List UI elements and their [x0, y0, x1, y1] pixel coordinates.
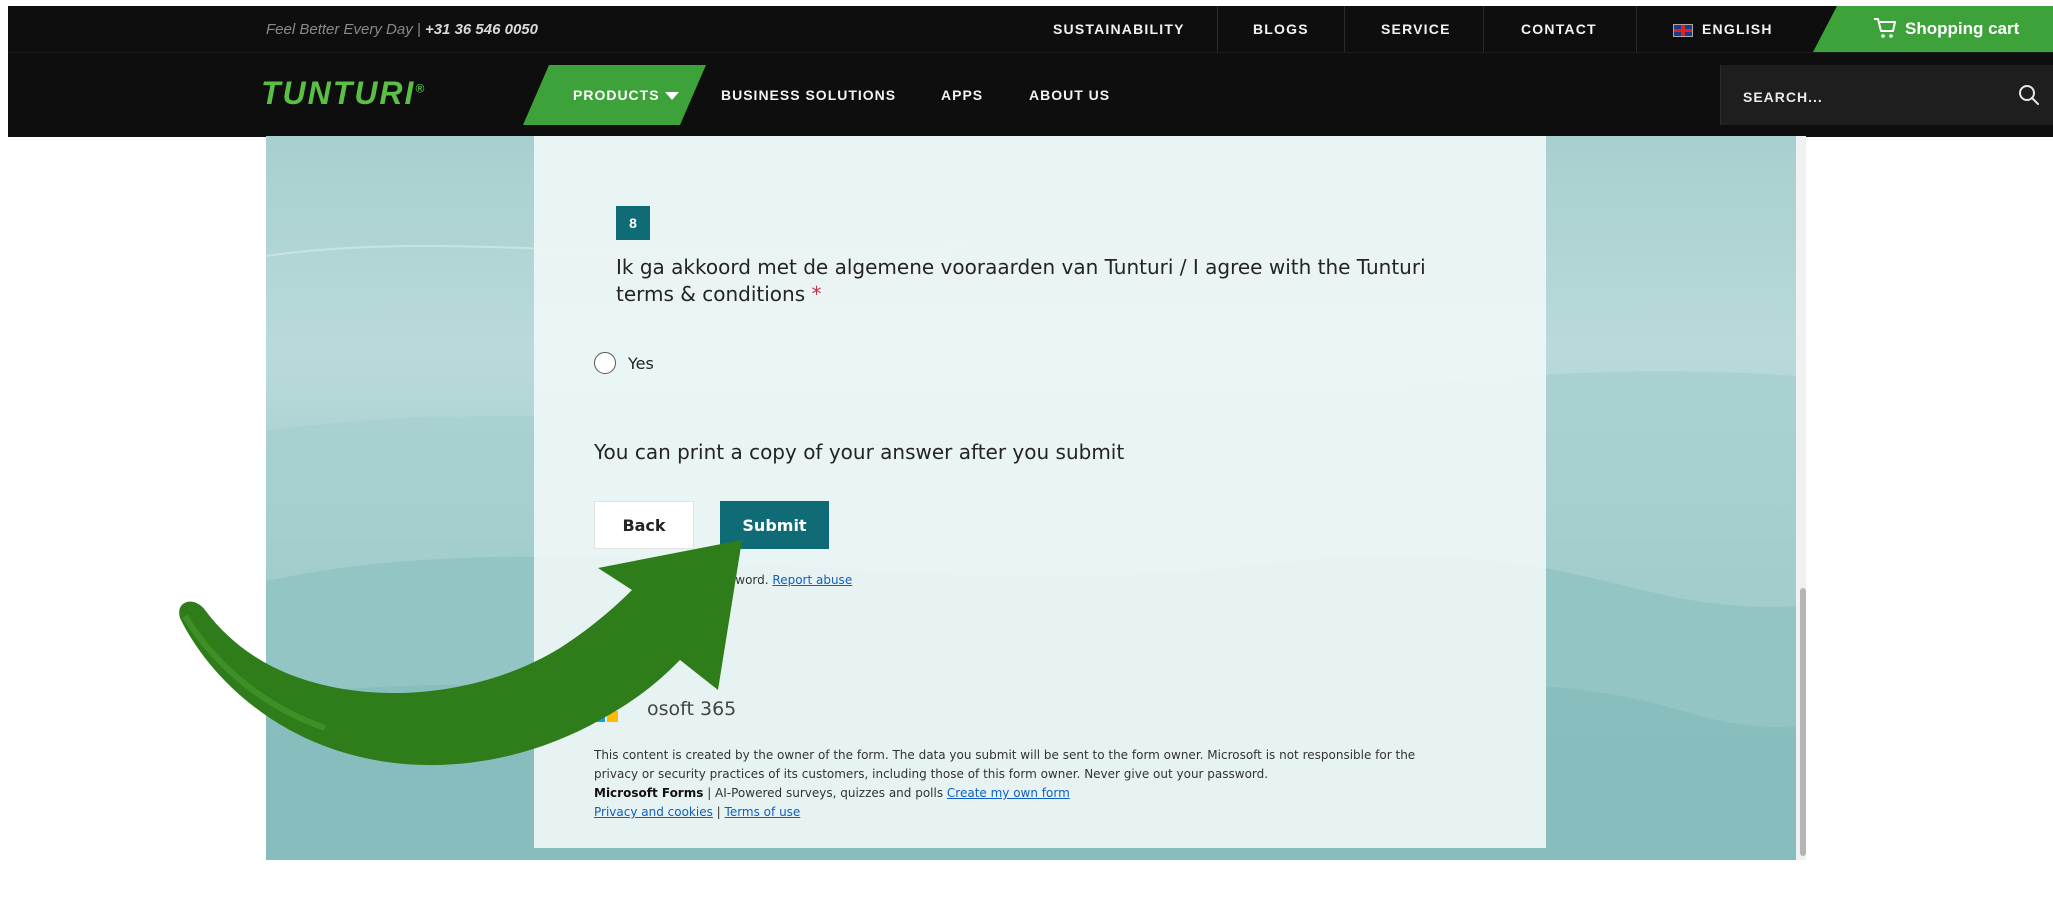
- top-link-service[interactable]: SERVICE: [1381, 21, 1451, 37]
- divider: [1636, 6, 1637, 52]
- password-note-text: sword.: [729, 573, 769, 587]
- divider: [1344, 6, 1345, 52]
- tagline: Feel Better Every Day | +31 36 546 0050: [266, 21, 538, 38]
- divider: [1483, 6, 1484, 52]
- top-link-blogs[interactable]: BLOGS: [1253, 21, 1309, 37]
- tagline-separator: |: [412, 21, 425, 38]
- divider: [1217, 6, 1218, 52]
- submit-button[interactable]: Submit: [720, 501, 829, 549]
- back-button[interactable]: Back: [594, 501, 694, 549]
- nav-link-about-us[interactable]: ABOUT US: [1029, 87, 1110, 103]
- question-text: Ik ga akkoord met de algemene vooraarden…: [616, 255, 1426, 306]
- shopping-cart-button[interactable]: Shopping cart: [1813, 6, 2053, 52]
- top-link-sustainability[interactable]: SUSTAINABILITY: [1053, 21, 1185, 37]
- chevron-down-icon: [665, 92, 679, 100]
- nav-link-business-solutions[interactable]: BUSINESS SOLUTIONS: [721, 87, 896, 103]
- tagline-text: Feel Better Every Day: [266, 21, 413, 38]
- question-title: Ik ga akkoord met de algemene vooraarden…: [616, 254, 1476, 308]
- logo-text: TUNTURI: [261, 75, 416, 111]
- scrollbar-thumb[interactable]: [1800, 588, 1806, 856]
- radio-option-label: Yes: [628, 354, 654, 373]
- footer-brand: Microsoft Forms: [594, 786, 704, 800]
- microsoft-logo-icon: [594, 698, 618, 722]
- radio-button[interactable]: [594, 352, 616, 374]
- shopping-cart-label: Shopping cart: [1905, 19, 2020, 38]
- terms-link[interactable]: Terms of use: [725, 805, 801, 819]
- tunturi-logo[interactable]: TUNTURI®: [261, 75, 426, 112]
- top-utility-bar: Feel Better Every Day | +31 36 546 0050 …: [8, 6, 2053, 52]
- forms-footer: This content is created by the owner of …: [594, 746, 1494, 822]
- search-input[interactable]: [1741, 85, 2005, 109]
- footer-links-line: Privacy and cookies | Terms of use: [594, 803, 1494, 822]
- page-edge: [0, 0, 8, 906]
- password-note: sword. Report abuse: [729, 573, 852, 587]
- question-number-badge: 8: [616, 206, 650, 240]
- cart-icon: [1874, 18, 1896, 38]
- required-asterisk: *: [811, 282, 822, 306]
- footer-tagline: | AI-Powered surveys, quizzes and polls: [703, 786, 947, 800]
- products-label: PRODUCTS: [573, 87, 660, 103]
- products-menu-button[interactable]: PRODUCTS: [523, 65, 706, 125]
- create-form-link[interactable]: Create my own form: [947, 786, 1070, 800]
- microsoft-365-label: osoft 365: [647, 698, 737, 720]
- search-box: [1720, 65, 2053, 125]
- footer-disclaimer-line-2: privacy or security practices of its cus…: [594, 767, 1269, 781]
- footer-divider: |: [712, 805, 725, 819]
- search-icon[interactable]: [2017, 83, 2041, 107]
- nav-link-apps[interactable]: APPS: [941, 87, 983, 103]
- phone-number[interactable]: +31 36 546 0050: [425, 21, 538, 38]
- uk-flag-icon: [1673, 24, 1693, 37]
- report-abuse-link[interactable]: Report abuse: [772, 573, 852, 587]
- language-selector[interactable]: ENGLISH: [1702, 21, 1773, 37]
- main-navigation: TUNTURI® PRODUCTS BUSINESS SOLUTIONS APP…: [8, 52, 2053, 137]
- privacy-link[interactable]: Privacy and cookies: [594, 805, 713, 819]
- print-copy-note: You can print a copy of your answer afte…: [594, 440, 1125, 464]
- logo-registered-mark: ®: [415, 81, 427, 96]
- form-card: 8 Ik ga akkoord met de algemene vooraard…: [534, 136, 1546, 848]
- footer-disclaimer-line-1: This content is created by the owner of …: [594, 748, 1416, 762]
- top-link-contact[interactable]: CONTACT: [1521, 21, 1597, 37]
- footer-brand-line: Microsoft Forms | AI-Powered surveys, qu…: [594, 784, 1494, 803]
